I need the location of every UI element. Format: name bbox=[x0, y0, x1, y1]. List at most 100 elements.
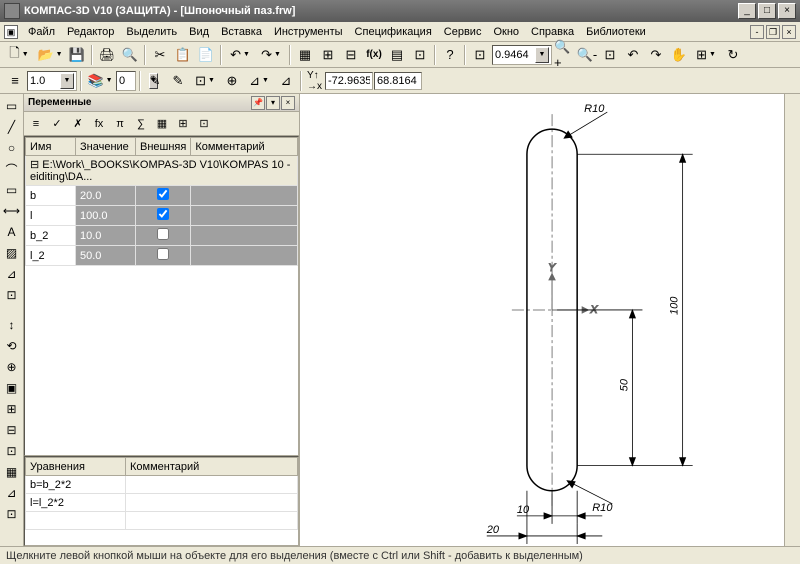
vtool-line[interactable]: ╱ bbox=[2, 117, 22, 137]
linestyle-combo[interactable]: 1.0▼ bbox=[27, 71, 77, 91]
menu-help[interactable]: Справка bbox=[525, 24, 580, 40]
pan[interactable]: ✋ bbox=[668, 44, 690, 66]
pvar-2[interactable]: ✓ bbox=[47, 114, 67, 134]
vtool-b[interactable]: ⊡ bbox=[2, 285, 22, 305]
panel-close[interactable]: × bbox=[281, 96, 295, 110]
pvar-4[interactable]: fx bbox=[89, 114, 109, 134]
vtool-circle[interactable]: ○ bbox=[2, 138, 22, 158]
zoom-in[interactable]: 🔍+ bbox=[553, 44, 575, 66]
menu-insert[interactable]: Вставка bbox=[215, 24, 268, 40]
linetype-icon[interactable]: ≡ bbox=[4, 70, 26, 92]
view-dd[interactable]: ⊞▼ bbox=[691, 44, 721, 66]
vtool-c[interactable]: ↕ bbox=[2, 315, 22, 335]
variables-table[interactable]: Имя Значение Внешняя Комментарий ⊟ E:\Wo… bbox=[24, 136, 299, 456]
panel-pin[interactable]: 📌 bbox=[251, 96, 265, 110]
menu-tools[interactable]: Инструменты bbox=[268, 24, 349, 40]
ext-checkbox[interactable] bbox=[157, 228, 169, 240]
snap-1[interactable]: ✎ bbox=[144, 70, 166, 92]
pvar-8[interactable]: ⊞ bbox=[173, 114, 193, 134]
vtool-l[interactable]: ⊡ bbox=[2, 504, 22, 524]
tool-5[interactable]: ⊡ bbox=[409, 44, 431, 66]
open-button[interactable]: 📂▼ bbox=[35, 44, 65, 66]
vtool-arc[interactable]: ⌒ bbox=[2, 159, 22, 179]
print-button[interactable]: 🖨 bbox=[96, 44, 118, 66]
redo-button[interactable]: ↷▼ bbox=[256, 44, 286, 66]
ext-checkbox[interactable] bbox=[157, 208, 169, 220]
vtool-a[interactable]: ⊿ bbox=[2, 264, 22, 284]
tool-2[interactable]: ⊞ bbox=[317, 44, 339, 66]
menu-editor[interactable]: Редактор bbox=[61, 24, 120, 40]
undo-button[interactable]: ↶▼ bbox=[225, 44, 255, 66]
vtool-h[interactable]: ⊟ bbox=[2, 420, 22, 440]
preview-button[interactable]: 🔍 bbox=[119, 44, 141, 66]
menu-select[interactable]: Выделить bbox=[120, 24, 183, 40]
menu-window[interactable]: Окно bbox=[487, 24, 525, 40]
zoom-next[interactable]: ↷ bbox=[645, 44, 667, 66]
coord-y-input[interactable] bbox=[374, 72, 422, 90]
vtool-dim[interactable]: ⟷ bbox=[2, 201, 22, 221]
snap-5[interactable]: ⊿▼ bbox=[244, 70, 274, 92]
snap-4[interactable]: ⊕ bbox=[221, 70, 243, 92]
ext-checkbox[interactable] bbox=[157, 248, 169, 260]
vtool-d[interactable]: ⟲ bbox=[2, 336, 22, 356]
tool-fx[interactable]: f(x) bbox=[363, 44, 385, 66]
equations-table[interactable]: Уравнения Комментарий b=b_2*2 l=l_2*2 bbox=[24, 456, 299, 546]
snap-2[interactable]: ✎ bbox=[167, 70, 189, 92]
menu-view[interactable]: Вид bbox=[183, 24, 215, 40]
minimize-button[interactable]: _ bbox=[738, 3, 756, 19]
vtool-rect[interactable]: ▭ bbox=[2, 180, 22, 200]
cut-button[interactable]: ✂ bbox=[149, 44, 171, 66]
vscrollbar[interactable] bbox=[784, 94, 800, 546]
new-button[interactable]: 🗋▼ bbox=[4, 44, 34, 66]
layer-combo[interactable]: 0▼ bbox=[116, 71, 136, 91]
zoom-fit[interactable]: ⊡ bbox=[469, 44, 491, 66]
file-row[interactable]: ⊟ E:\Work\_BOOKS\KOMPAS-3D V10\KOMPAS 10… bbox=[26, 156, 298, 186]
ext-checkbox[interactable] bbox=[157, 188, 169, 200]
refresh[interactable]: ↻ bbox=[722, 44, 744, 66]
pvar-9[interactable]: ⊡ bbox=[194, 114, 214, 134]
help-button[interactable]: ? bbox=[439, 44, 461, 66]
pvar-1[interactable]: ≡ bbox=[26, 114, 46, 134]
menu-file[interactable]: Файл bbox=[22, 24, 61, 40]
close-button[interactable]: × bbox=[778, 3, 796, 19]
doc-minimize[interactable]: - bbox=[750, 25, 764, 39]
menu-libs[interactable]: Библиотеки bbox=[580, 24, 652, 40]
vtool-i[interactable]: ⊡ bbox=[2, 441, 22, 461]
coord-x-input[interactable] bbox=[325, 72, 373, 90]
menu-spec[interactable]: Спецификация bbox=[349, 24, 438, 40]
save-button[interactable]: 💾 bbox=[66, 44, 88, 66]
vtool-g[interactable]: ⊞ bbox=[2, 399, 22, 419]
pvar-6[interactable]: ∑ bbox=[131, 114, 151, 134]
doc-restore[interactable]: ❐ bbox=[766, 25, 780, 39]
var-row[interactable]: b_2 10.0 bbox=[26, 226, 298, 246]
var-row[interactable]: l 100.0 bbox=[26, 206, 298, 226]
pvar-7[interactable]: ▦ bbox=[152, 114, 172, 134]
layer-button[interactable]: 📚▼ bbox=[85, 70, 115, 92]
zoom-prev[interactable]: ↶ bbox=[622, 44, 644, 66]
maximize-button[interactable]: □ bbox=[758, 3, 776, 19]
tool-3[interactable]: ⊟ bbox=[340, 44, 362, 66]
vtool-j[interactable]: ▦ bbox=[2, 462, 22, 482]
vtool-k[interactable]: ⊿ bbox=[2, 483, 22, 503]
zoom-out[interactable]: 🔍- bbox=[576, 44, 598, 66]
tool-1[interactable]: ▦ bbox=[294, 44, 316, 66]
panel-opts[interactable]: ▾ bbox=[266, 96, 280, 110]
paste-button[interactable]: 📄 bbox=[195, 44, 217, 66]
menu-service[interactable]: Сервис bbox=[438, 24, 488, 40]
tool-4[interactable]: ▤ bbox=[386, 44, 408, 66]
vtool-f[interactable]: ▣ bbox=[2, 378, 22, 398]
zoom-window[interactable]: ⊡ bbox=[599, 44, 621, 66]
zoom-combo[interactable]: 0.9464▼ bbox=[492, 45, 552, 65]
var-row[interactable]: l_2 50.0 bbox=[26, 246, 298, 266]
doc-close[interactable]: × bbox=[782, 25, 796, 39]
vtool-hatch[interactable]: ▨ bbox=[2, 243, 22, 263]
pvar-5[interactable]: π bbox=[110, 114, 130, 134]
vtool-select[interactable]: ▭ bbox=[2, 96, 22, 116]
pvar-3[interactable]: ✗ bbox=[68, 114, 88, 134]
var-row[interactable]: b 20.0 bbox=[26, 186, 298, 206]
vtool-text[interactable]: A bbox=[2, 222, 22, 242]
snap-6[interactable]: ⊿ bbox=[275, 70, 297, 92]
vtool-e[interactable]: ⊕ bbox=[2, 357, 22, 377]
drawing-canvas[interactable]: X Y R10 R10 100 bbox=[300, 94, 784, 546]
copy-button[interactable]: 📋 bbox=[172, 44, 194, 66]
